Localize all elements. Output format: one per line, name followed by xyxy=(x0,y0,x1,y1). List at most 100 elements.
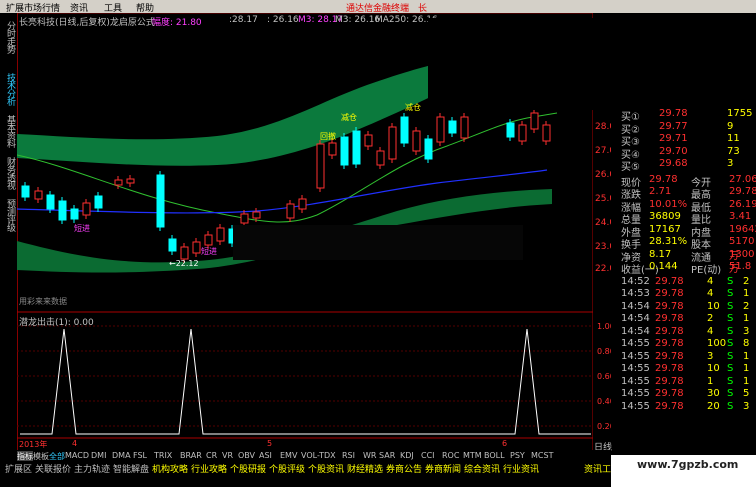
signal-tag: 减仓 xyxy=(405,103,421,112)
bottom-right-tab[interactable]: 资讯工 xyxy=(584,462,611,475)
quote-row: 换手 28.31% 股本 5170万 xyxy=(615,236,754,262)
bottom-nav-item[interactable]: 券商新闻 xyxy=(425,462,461,475)
bottom-nav-item[interactable]: 机构攻略 xyxy=(152,462,188,475)
bottom-bar: 扩展区 关联报价 主力轨迹 智能解盘 机构攻略 行业攻略 个股研报 个股评级 个股资讯 财经精选券… xyxy=(0,461,611,475)
indicator-tab[interactable]: CCI xyxy=(421,451,435,460)
bottom-nav-item[interactable]: 券商公告 xyxy=(386,462,422,475)
indicator-tab[interactable]: BOLL xyxy=(484,451,505,460)
stat-value: 0.144 xyxy=(649,261,678,272)
bottom-nav-item[interactable]: 综合资讯 xyxy=(464,462,500,475)
indicator-tab[interactable]: VR xyxy=(222,451,233,460)
indicator-tab[interactable]: WR xyxy=(363,451,376,460)
tick-count: 1 xyxy=(743,350,750,362)
signal-tag: 回撤 xyxy=(320,132,336,141)
bottom-nav-item[interactable]: 财经精选 xyxy=(347,462,383,475)
candle xyxy=(286,203,295,219)
bottom-nav-item[interactable]: 关联报价 xyxy=(35,462,71,475)
nav-tab-profile[interactable]: 基本资料 xyxy=(2,115,15,155)
indicator-tab[interactable]: RSI xyxy=(342,451,355,460)
quote-row: 涨跌 2.71 最高 29.78 xyxy=(615,186,756,201)
bottom-nav-item[interactable]: 主力轨迹 xyxy=(74,462,110,475)
quote-row: 买② 29.77 9 xyxy=(615,120,753,136)
candle xyxy=(424,138,433,160)
indicator-tab[interactable]: CR xyxy=(206,451,217,460)
indicator-tab[interactable]: DMI xyxy=(91,451,106,460)
tick-count: 2 xyxy=(743,275,750,287)
tick-count: 3 xyxy=(743,400,750,412)
bid-volume: 73 xyxy=(727,145,740,157)
amplitude-label: 幅度: 21.80 xyxy=(152,18,202,28)
indicator-tab[interactable]: MTM xyxy=(463,451,482,460)
tick-price: 29.78 xyxy=(655,338,684,349)
tick-count: 1 xyxy=(743,313,750,324)
nav-tab-intraday[interactable]: 分时走势 xyxy=(2,21,15,71)
indicator-tab[interactable]: PSY xyxy=(510,451,525,460)
quote-panel: 买① 29.78 1755 买② 29.77 9 买③ 29.71 11 买④ 29.70 73 买⑤ 2… xyxy=(611,108,756,458)
nav-tab-technical[interactable]: 技术分析 xyxy=(2,73,15,113)
indicator-tab[interactable]: EMV xyxy=(280,451,297,460)
candle xyxy=(328,142,337,156)
indicator-tab[interactable]: KDJ xyxy=(400,451,414,460)
tick-time: 14:55 xyxy=(621,375,650,387)
quote-row: 买⑤ 29.68 3 xyxy=(615,158,753,173)
indicator-tab[interactable]: OBV xyxy=(238,451,255,460)
tick-time: 14:55 xyxy=(621,400,650,412)
quote-row: 14:53 29.78 4 S 1 xyxy=(615,288,753,300)
tick-count: 3 xyxy=(743,325,750,337)
quote-row: 14:54 29.78 4 S 3 xyxy=(615,326,753,338)
left-nav: 分时走势 技术分析 基本资料 财务透视 预测评级 xyxy=(0,13,18,456)
indicator-tab[interactable]: ASI xyxy=(259,451,272,460)
bid-volume: 11 xyxy=(727,133,740,144)
bottom-nav-item[interactable]: 扩展区 xyxy=(5,462,32,475)
tick-time: 14:53 xyxy=(621,288,650,299)
candle xyxy=(240,213,249,224)
tick-side: S xyxy=(727,288,734,299)
stat-value: 17167 xyxy=(649,223,681,235)
bid-price: 29.68 xyxy=(659,158,688,169)
indicator-tab[interactable]: BRAR xyxy=(180,451,202,460)
quote-row: 14:52 29.78 4 S 2 xyxy=(615,276,753,288)
tick-volume: 3 xyxy=(707,350,714,362)
tick-time: 14:55 xyxy=(621,363,650,374)
tick-price: 29.78 xyxy=(655,363,684,374)
bottom-nav-item[interactable]: 个股评级 xyxy=(269,462,305,475)
quote-row: 收益(一) 0.144 PE(动) 51.8 xyxy=(615,261,753,276)
tick-side: S xyxy=(727,313,734,324)
tick-count: 8 xyxy=(743,338,750,349)
tick-time: 14:54 xyxy=(621,313,650,324)
bid-volume: 1755 xyxy=(727,108,753,119)
candle xyxy=(180,246,189,260)
indicator-line xyxy=(20,328,591,435)
bottom-nav-item[interactable]: 个股资讯 xyxy=(308,462,344,475)
signal-tag: 减仓 xyxy=(341,113,357,122)
tick-volume: 20 xyxy=(707,400,720,412)
quote-row: 14:54 29.78 2 S 1 xyxy=(615,313,753,325)
nav-tab-finance[interactable]: 财务透视 xyxy=(2,157,15,197)
indicator-tab[interactable]: SAR xyxy=(379,451,395,460)
tick-price: 29.78 xyxy=(655,300,684,312)
bottom-nav-item[interactable]: 行业资讯 xyxy=(503,462,539,475)
candle xyxy=(192,241,201,254)
indicator-tab[interactable]: DMA xyxy=(112,451,131,460)
bottom-nav-item[interactable]: 行业攻略 xyxy=(191,462,227,475)
menu-bar: 扩展市场行情 资讯 工具 帮助 通达信金融终端 长 xyxy=(0,0,756,14)
indicator-tab[interactable]: MCST xyxy=(531,451,553,460)
data-source-note: 用彩来来数据 xyxy=(19,297,67,306)
indicator-tab[interactable]: MACD xyxy=(65,451,89,460)
tick-side: S xyxy=(727,388,734,399)
bid-price: 29.77 xyxy=(659,120,688,132)
indicator-tab[interactable]: VOL-TDX xyxy=(301,451,336,460)
watermark-box: www.7gpzb.com xyxy=(611,455,756,487)
indicator-tab[interactable]: TRIX xyxy=(154,451,172,460)
nav-tab-rating[interactable]: 预测评级 xyxy=(2,199,15,239)
candle xyxy=(298,198,307,210)
bottom-nav-item[interactable]: 个股研报 xyxy=(230,462,266,475)
tick-volume: 4 xyxy=(707,275,714,287)
candle xyxy=(70,208,79,220)
indicator-tab[interactable]: ROC xyxy=(442,451,459,460)
bottom-nav-item[interactable]: 智能解盘 xyxy=(113,462,149,475)
indicator-tab[interactable]: FSL xyxy=(133,451,147,460)
stat-value: 28.31% xyxy=(649,236,688,247)
candle xyxy=(168,238,177,252)
tick-price: 29.78 xyxy=(655,350,684,362)
